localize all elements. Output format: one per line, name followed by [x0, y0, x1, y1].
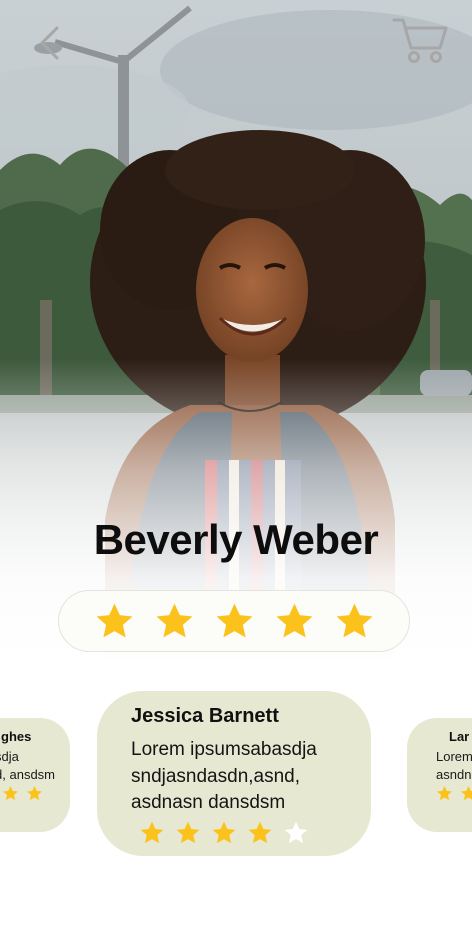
- chevron-left-icon: [40, 26, 59, 60]
- review-rating: [139, 820, 371, 846]
- shopping-cart-icon: [392, 18, 448, 63]
- profile-rating: [58, 590, 410, 652]
- review-rating: [2, 785, 70, 802]
- reviewer-name: Jessica Barnett: [131, 705, 279, 727]
- review-text: Lorem sndjas asndn: [436, 749, 472, 782]
- star-filled-icon: [3, 786, 18, 801]
- review-card[interactable]: ghes msabasdja dn,asnd, ansdsm: [0, 718, 70, 832]
- review-rating: [436, 785, 472, 802]
- star-filled-icon: [176, 821, 200, 843]
- cart-button[interactable]: [390, 14, 450, 68]
- star-filled-icon: [216, 603, 252, 637]
- review-text: msabasdja dn,asnd, ansdsm: [0, 749, 56, 782]
- profile-photo: [0, 0, 472, 690]
- review-card[interactable]: Jessica Barnett Lorem ipsumsabasdja sndj…: [97, 691, 371, 856]
- star-filled-icon: [140, 821, 164, 843]
- review-card[interactable]: Lar Lorem sndjas asndn: [407, 718, 472, 832]
- reviewer-name: Lar: [449, 729, 470, 744]
- reviewer-name: ghes: [1, 729, 32, 744]
- profile-name: Beverly Weber: [93, 516, 379, 563]
- star-empty-icon: [284, 821, 308, 843]
- star-filled-icon: [248, 821, 272, 843]
- star-filled-icon: [96, 603, 132, 637]
- review-text: Lorem ipsumsabasdja sndjasndasdn,asnd, a…: [131, 739, 317, 813]
- profile-screen: Beverly Weber ghes msabasdja dn,asnd, an…: [0, 0, 472, 949]
- star-filled-icon: [212, 821, 236, 843]
- star-filled-icon: [336, 603, 372, 637]
- star-filled-icon: [276, 603, 312, 637]
- star-filled-icon: [437, 786, 452, 801]
- photo-fade-overlay: [0, 0, 472, 690]
- star-filled-icon: [27, 786, 42, 801]
- star-filled-icon: [156, 603, 192, 637]
- back-button[interactable]: [30, 22, 70, 62]
- star-filled-icon: [461, 786, 472, 801]
